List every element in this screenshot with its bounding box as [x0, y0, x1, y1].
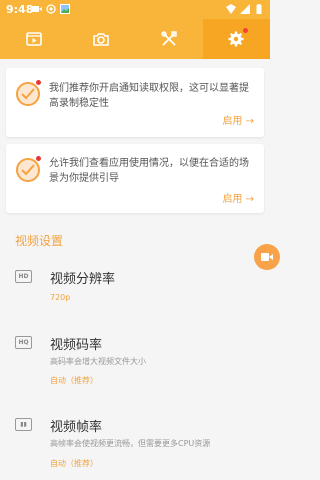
check-icon	[16, 158, 40, 182]
hq-icon: HQ	[15, 336, 32, 349]
setting-title: 视频分辨率	[50, 272, 116, 287]
status-time: 9:48	[6, 3, 34, 16]
check-icon	[16, 82, 40, 106]
tab-settings[interactable]	[202, 19, 270, 59]
camera-icon	[93, 33, 110, 46]
card-message: 允许我们查看应用使用情况，以便在合适的场景为你提供引导	[49, 158, 249, 184]
video-tab-icon	[25, 32, 42, 46]
tab-video[interactable]	[0, 19, 68, 59]
status-bar: 9:48	[0, 0, 270, 19]
section-title-video-settings: 视频设置	[15, 234, 64, 248]
gear-icon	[228, 31, 244, 47]
video-icon	[32, 6, 42, 12]
tab-tools[interactable]	[135, 19, 203, 59]
status-icons-right	[226, 4, 264, 14]
signal-icon	[240, 4, 250, 14]
setting-description: 高帧率会使视频更流畅，但需要更多CPU资源	[50, 439, 211, 448]
tab-screenshot[interactable]	[68, 19, 136, 59]
enable-button[interactable]: 启用 →	[222, 112, 254, 127]
tools-icon	[161, 31, 177, 46]
hd-icon: HD	[15, 270, 32, 283]
permission-card-notification: 我们推荐你开启通知读取权限，这可以显著提高录制稳定性 启用 →	[6, 68, 264, 137]
wifi-icon	[226, 4, 236, 14]
setting-title: 视频码率	[50, 338, 103, 353]
film-icon: ▮▮	[15, 418, 32, 431]
alert-dot	[36, 156, 41, 161]
status-icons-left	[32, 4, 70, 14]
setting-description: 高码率会增大视频文件大小	[50, 357, 146, 366]
permission-card-usage: 允许我们查看应用使用情况，以便在合适的场景为你提供引导 启用 →	[6, 144, 264, 213]
setting-bitrate[interactable]: HQ 视频码率 高码率会增大视频文件大小 自动（推荐）	[0, 326, 270, 388]
record-icon	[46, 4, 56, 14]
alert-dot	[36, 80, 41, 85]
setting-value: 720p	[50, 293, 71, 302]
card-message: 我们推荐你开启通知读取权限，这可以显著提高录制稳定性	[49, 83, 249, 109]
gallery-icon	[60, 4, 70, 14]
top-tab-bar	[0, 19, 270, 59]
notification-dot	[243, 28, 248, 33]
battery-icon	[256, 4, 262, 14]
enable-button[interactable]: 启用 →	[222, 190, 254, 205]
setting-framerate[interactable]: ▮▮ 视频帧率 高帧率会使视频更流畅，但需要更多CPU资源 自动（推荐）	[0, 408, 270, 472]
setting-title: 视频帧率	[50, 420, 103, 435]
setting-resolution[interactable]: HD 视频分辨率 720p	[0, 260, 270, 308]
setting-value: 自动（推荐）	[50, 459, 98, 468]
setting-value: 自动（推荐）	[50, 376, 98, 385]
